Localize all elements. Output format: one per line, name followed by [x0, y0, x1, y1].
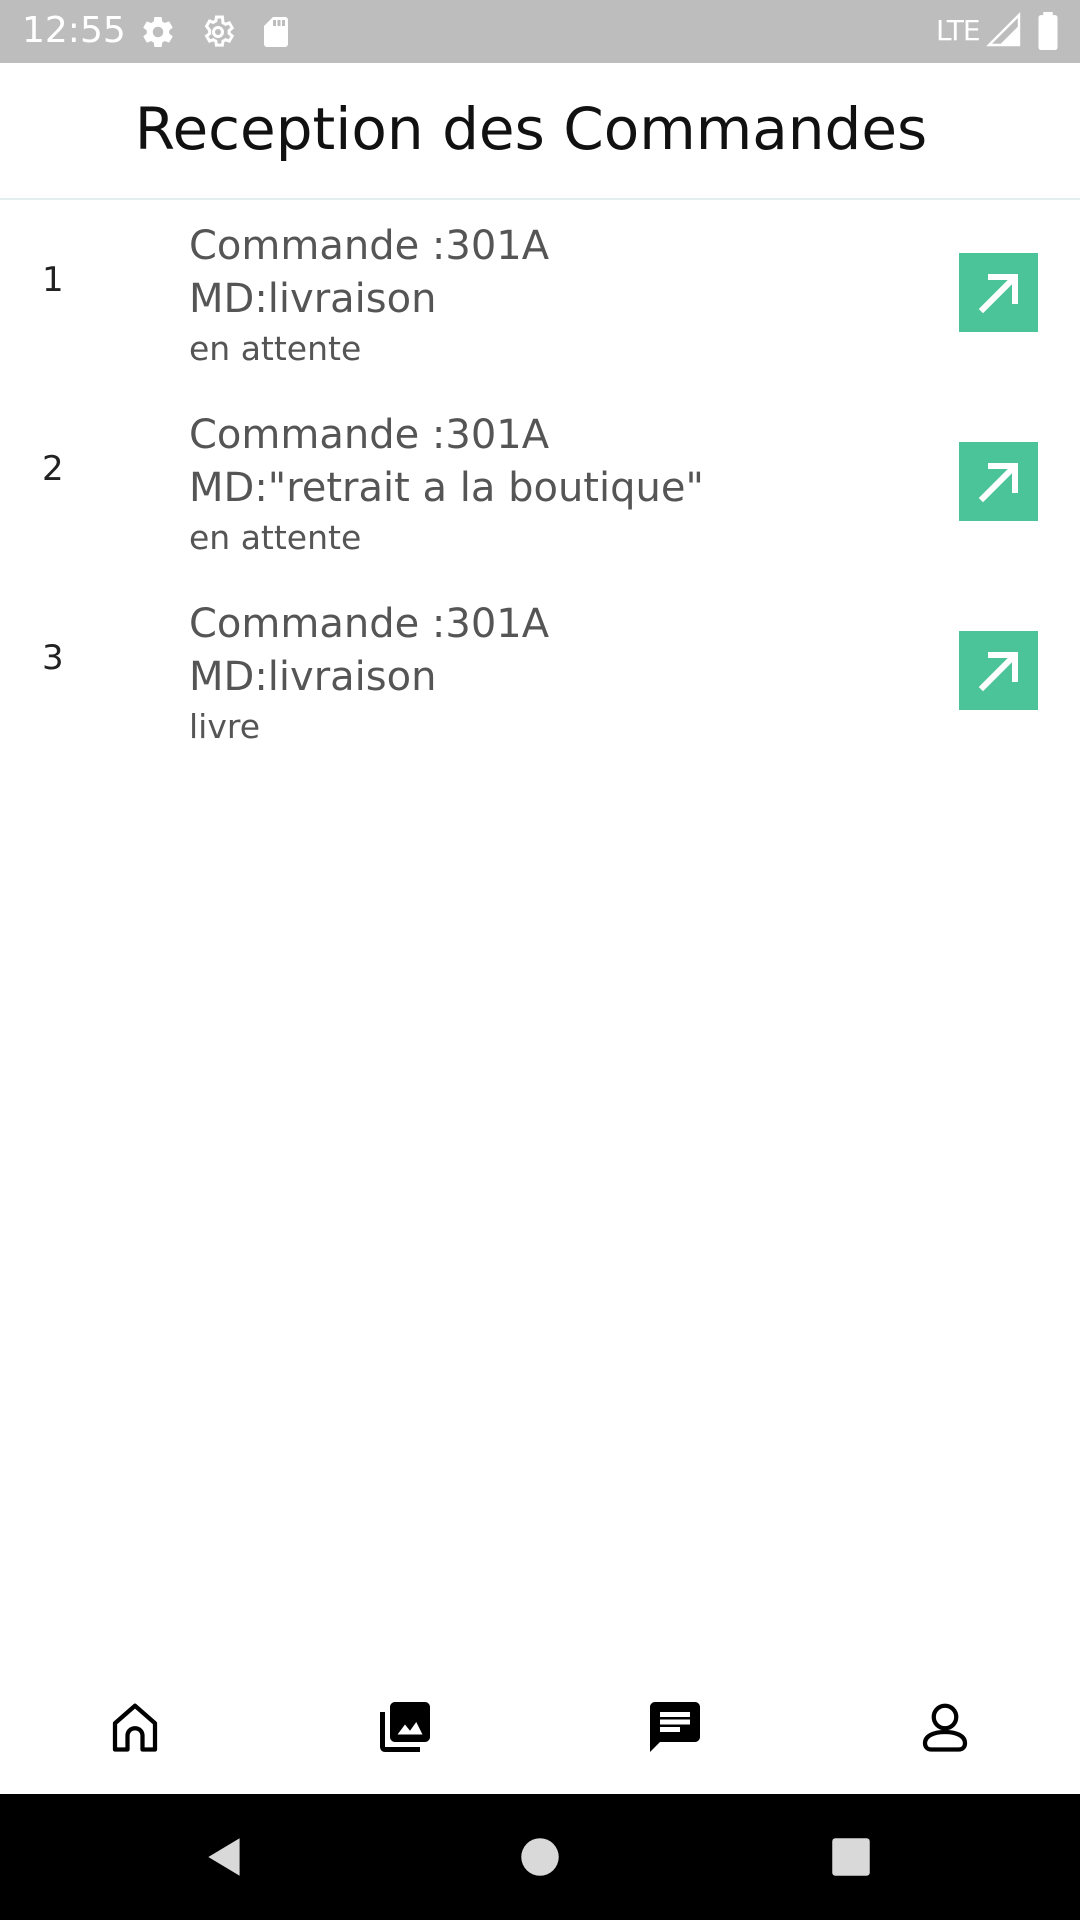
status-time: 12:55: [22, 10, 126, 51]
back-icon: [208, 1838, 240, 1876]
order-title: Commande :301A: [189, 223, 550, 269]
arrow-up-right-icon: [978, 463, 1018, 503]
bottom-nav: [0, 1660, 1080, 1794]
list-item[interactable]: 1 Commande :301A MD:livraison en attente: [0, 220, 1080, 409]
signal-icon: [986, 12, 1022, 48]
back-button[interactable]: [192, 1824, 258, 1890]
nav-home[interactable]: [95, 1687, 175, 1767]
system-nav-bar: [0, 1794, 1080, 1920]
order-status: en attente: [189, 518, 362, 557]
home-icon: [112, 1703, 158, 1752]
list-item[interactable]: 3 Commande :301A MD:livraison livre: [0, 598, 1080, 787]
order-mode: MD:livraison: [189, 654, 437, 700]
sd-card-icon: [258, 14, 294, 50]
arrow-up-right-icon: [978, 274, 1018, 314]
order-status: livre: [189, 707, 261, 746]
gear-icon: [140, 14, 176, 50]
order-index: 2: [42, 449, 64, 489]
status-bar: 12:55 LTE: [0, 0, 1080, 63]
settings-icon: [200, 14, 236, 50]
recents-button[interactable]: [818, 1824, 884, 1890]
open-order-button[interactable]: [959, 253, 1038, 332]
order-index: 1: [42, 260, 64, 300]
open-order-button[interactable]: [959, 442, 1038, 521]
network-label: LTE: [936, 14, 981, 47]
order-title: Commande :301A: [189, 601, 550, 647]
messages-icon: [650, 1702, 700, 1752]
home-circle-icon: [521, 1838, 559, 1876]
recents-icon: [832, 1838, 870, 1876]
order-mode: MD:livraison: [189, 276, 437, 322]
order-status: en attente: [189, 329, 362, 368]
app-header: Reception des Commandes: [0, 63, 1080, 200]
nav-profile[interactable]: [905, 1687, 985, 1767]
list-item[interactable]: 2 Commande :301A MD:"retrait a la boutiq…: [0, 409, 1080, 598]
order-mode: MD:"retrait a la boutique": [189, 465, 704, 511]
nav-messages[interactable]: [635, 1687, 715, 1767]
page-title: Reception des Commandes: [134, 95, 928, 163]
nav-gallery[interactable]: [365, 1687, 445, 1767]
profile-icon: [922, 1703, 968, 1752]
battery-icon: [1034, 12, 1062, 50]
home-system-button[interactable]: [507, 1824, 573, 1890]
order-title: Commande :301A: [189, 412, 550, 458]
open-order-button[interactable]: [959, 631, 1038, 710]
order-index: 3: [42, 638, 64, 678]
arrow-up-right-icon: [978, 652, 1018, 692]
gallery-icon: [380, 1702, 430, 1752]
